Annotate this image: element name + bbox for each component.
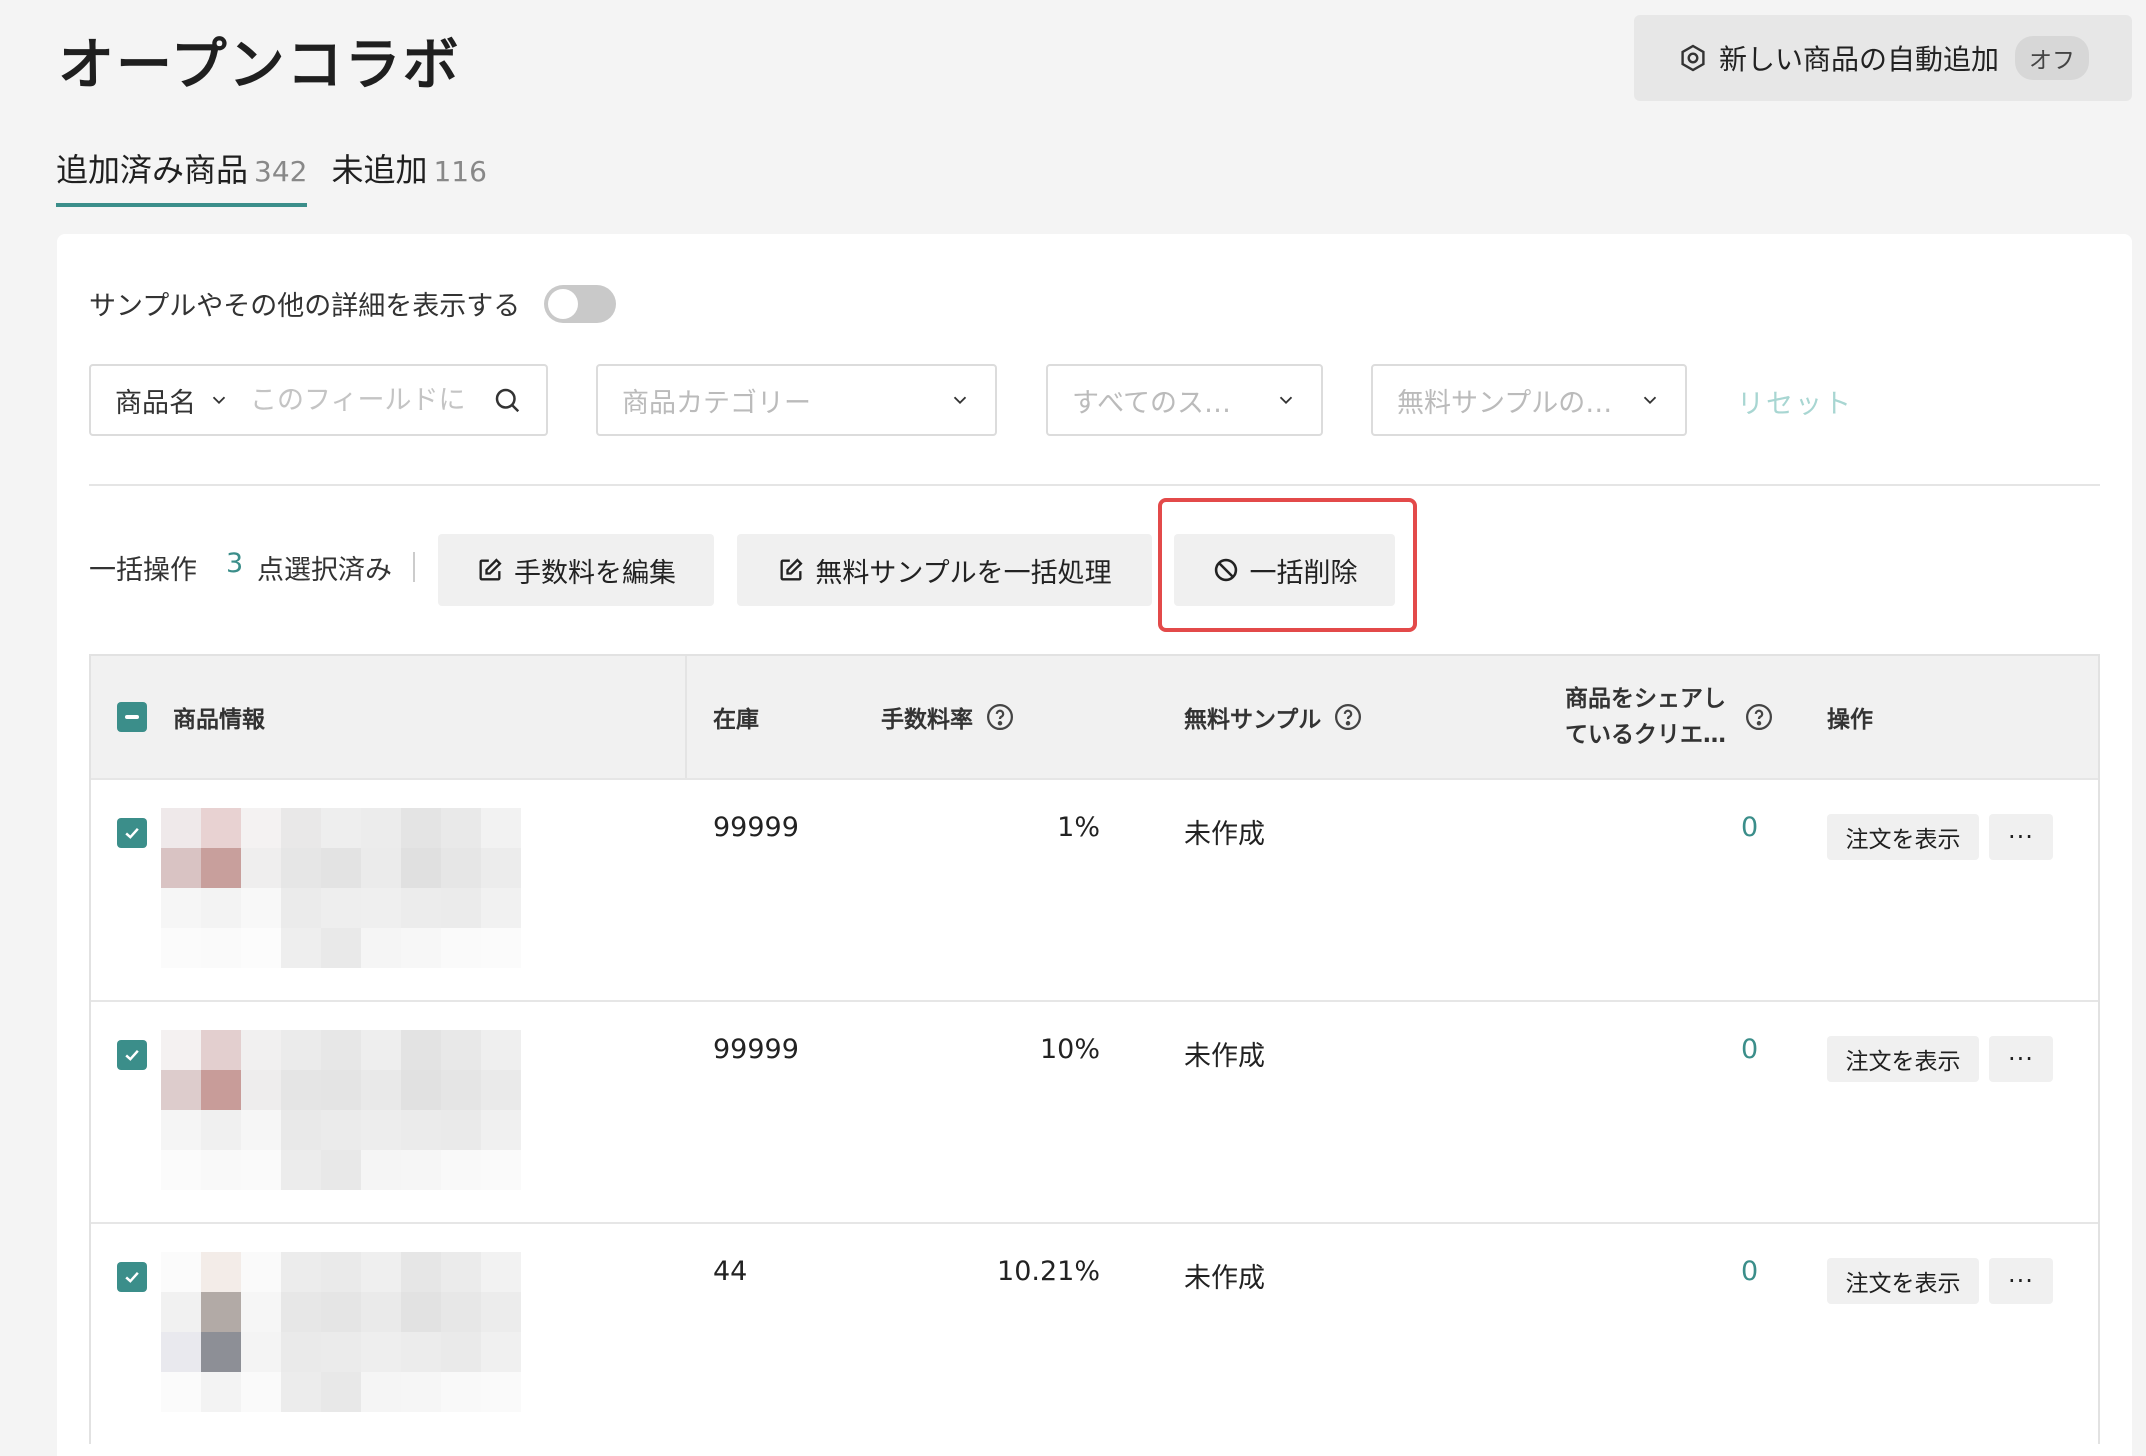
chevron-down-icon bbox=[953, 396, 967, 405]
header-actions: 操作 bbox=[1827, 707, 1873, 733]
tab-added-products[interactable]: 追加済み商品 342 bbox=[56, 145, 308, 207]
free-sample-status: 未作成 bbox=[1184, 819, 1265, 850]
filter-bar: 商品名 商品カテゴリー すべてのス… 無料サンプルの… リセット bbox=[89, 364, 2129, 436]
auto-add-label: 新しい商品の自動追加 bbox=[1718, 43, 1999, 76]
help-icon[interactable] bbox=[1333, 702, 1363, 732]
auto-add-products-button[interactable]: 新しい商品の自動追加 オフ bbox=[1634, 15, 2132, 101]
chevron-down-icon bbox=[1279, 396, 1293, 405]
free-sample-select[interactable]: 無料サンプルの… bbox=[1371, 364, 1687, 436]
tab-count: 342 bbox=[254, 155, 308, 188]
help-icon[interactable] bbox=[985, 702, 1015, 732]
stock-value: 99999 bbox=[713, 1034, 799, 1065]
detail-toggle-switch[interactable] bbox=[544, 284, 617, 323]
chevron-down-icon bbox=[1643, 396, 1657, 405]
free-sample-status: 未作成 bbox=[1184, 1041, 1265, 1072]
status-placeholder: すべてのス… bbox=[1072, 387, 1232, 419]
header-fee-rate: 手数料率 bbox=[881, 656, 1015, 778]
more-options-button[interactable]: ··· bbox=[1989, 1258, 2053, 1304]
reset-button[interactable]: リセット bbox=[1737, 382, 1853, 421]
edit-fee-label: 手数料を編集 bbox=[514, 557, 676, 589]
selected-count: 3 bbox=[226, 548, 244, 579]
tab-label: 追加済み商品 bbox=[56, 151, 249, 189]
check-icon bbox=[125, 1049, 139, 1061]
tab-bar: 追加済み商品 342 未追加 116 bbox=[56, 145, 487, 207]
table-row: 44 10.21% 未作成 0 注文を表示 ··· bbox=[91, 1222, 2098, 1444]
edit-fee-button[interactable]: 手数料を編集 bbox=[438, 534, 714, 606]
fee-rate-value: 10% bbox=[1039, 1034, 1100, 1065]
table-row: 99999 10% 未作成 0 注文を表示 ··· bbox=[91, 1000, 2098, 1222]
products-card: サンプルやその他の詳細を表示する 商品名 商品カテゴリー すべてのス… 無料サン… bbox=[57, 234, 2132, 1456]
creator-count-link[interactable]: 0 bbox=[1741, 1034, 1758, 1065]
bulk-action-label: 一括操作 bbox=[89, 555, 197, 586]
product-search-filter: 商品名 bbox=[89, 364, 548, 436]
separator bbox=[413, 552, 415, 582]
creator-count-link[interactable]: 0 bbox=[1741, 812, 1758, 843]
header-stock: 在庫 bbox=[713, 707, 759, 733]
header-free-sample: 無料サンプル bbox=[1184, 656, 1363, 778]
free-sample-placeholder: 無料サンプルの… bbox=[1397, 387, 1613, 419]
free-sample-status: 未作成 bbox=[1184, 1263, 1265, 1294]
table-row: 99999 1% 未作成 0 注文を表示 ··· bbox=[91, 778, 2098, 1000]
category-select[interactable]: 商品カテゴリー bbox=[596, 364, 997, 436]
product-thumbnail bbox=[161, 1252, 521, 1422]
check-icon bbox=[125, 1271, 139, 1283]
edit-icon bbox=[479, 558, 502, 581]
view-orders-button[interactable]: 注文を表示 bbox=[1827, 1036, 1979, 1082]
gear-icon bbox=[1681, 44, 1705, 72]
bulk-delete-label: 一括削除 bbox=[1249, 557, 1358, 589]
field-select[interactable]: 商品名 bbox=[115, 381, 230, 420]
chevron-down-icon bbox=[212, 396, 226, 405]
bulk-delete-button[interactable]: 一括削除 bbox=[1174, 534, 1395, 606]
stock-value: 99999 bbox=[713, 812, 799, 843]
fee-rate-value: 10.21% bbox=[997, 1256, 1100, 1287]
view-orders-button[interactable]: 注文を表示 bbox=[1827, 814, 1979, 860]
selected-suffix: 点選択済み bbox=[257, 555, 392, 586]
divider bbox=[89, 484, 2100, 486]
help-icon[interactable] bbox=[1744, 702, 1774, 732]
bulk-action-bar: 一括操作 3 点選択済み 手数料を編集 無料サンプルを一括処理 一括削除 bbox=[89, 498, 2129, 632]
detail-toggle-row: サンプルやその他の詳細を表示する bbox=[89, 284, 617, 323]
more-options-button[interactable]: ··· bbox=[1989, 1036, 2053, 1082]
header-product: 商品情報 bbox=[173, 707, 265, 733]
view-orders-button[interactable]: 注文を表示 bbox=[1827, 1258, 1979, 1304]
table-header: 商品情報 在庫 手数料率 無料サンプル 商品をシェアし ているクリエ… 操作 bbox=[91, 656, 2098, 778]
product-thumbnail bbox=[161, 1030, 521, 1200]
page-title: オープンコラボ bbox=[58, 33, 461, 98]
stock-value: 44 bbox=[713, 1256, 748, 1287]
bulk-sample-label: 無料サンプルを一括処理 bbox=[815, 557, 1112, 589]
search-icon[interactable] bbox=[492, 385, 522, 415]
field-select-label: 商品名 bbox=[115, 387, 196, 419]
row-checkbox[interactable] bbox=[117, 1040, 147, 1070]
edit-icon bbox=[780, 558, 803, 581]
status-select[interactable]: すべてのス… bbox=[1046, 364, 1323, 436]
select-all-checkbox[interactable] bbox=[117, 702, 147, 732]
tab-count: 116 bbox=[433, 155, 487, 188]
row-checkbox[interactable] bbox=[117, 818, 147, 848]
prohibit-icon bbox=[1214, 558, 1237, 582]
products-table: 商品情報 在庫 手数料率 無料サンプル 商品をシェアし ているクリエ… 操作 9… bbox=[89, 654, 2100, 1444]
tab-not-added[interactable]: 未追加 116 bbox=[331, 145, 486, 207]
check-icon bbox=[125, 827, 139, 839]
search-input[interactable] bbox=[250, 384, 470, 416]
auto-add-status-badge: オフ bbox=[2015, 36, 2089, 80]
row-checkbox[interactable] bbox=[117, 1262, 147, 1292]
tab-label: 未追加 bbox=[331, 151, 428, 189]
detail-toggle-label: サンプルやその他の詳細を表示する bbox=[89, 291, 521, 322]
fee-rate-value: 1% bbox=[1057, 812, 1100, 843]
column-separator bbox=[685, 656, 687, 778]
more-options-button[interactable]: ··· bbox=[1989, 814, 2053, 860]
category-placeholder: 商品カテゴリー bbox=[622, 387, 811, 419]
product-thumbnail bbox=[161, 808, 521, 978]
header-sharing-creators: 商品をシェアし ているクリエ… bbox=[1565, 656, 1774, 778]
bulk-sample-button[interactable]: 無料サンプルを一括処理 bbox=[737, 534, 1152, 606]
creator-count-link[interactable]: 0 bbox=[1741, 1256, 1758, 1287]
